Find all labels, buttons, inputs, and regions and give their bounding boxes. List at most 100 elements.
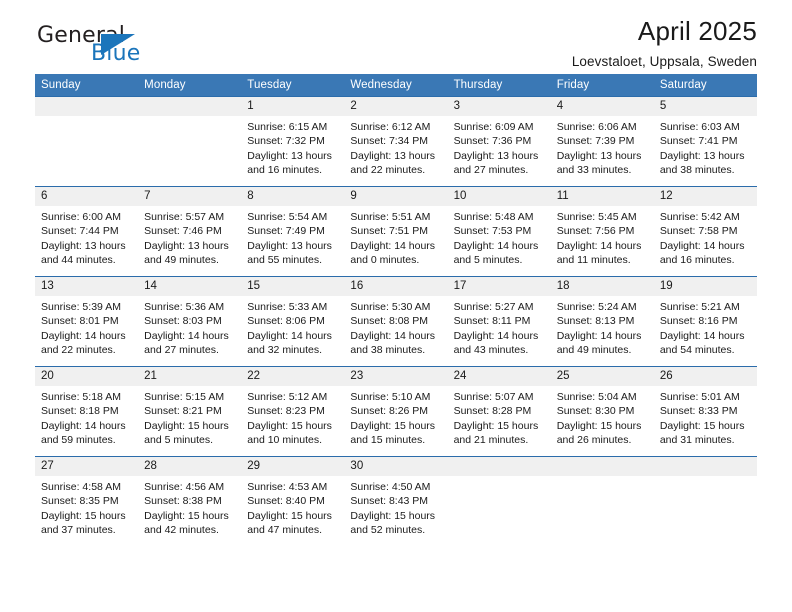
day-number: 5: [653, 97, 757, 116]
day-number: 21: [138, 367, 242, 386]
calendar-day-cell[interactable]: 26 Sunrise: 5:01 AM Sunset: 8:33 PM Dayligh…: [653, 366, 757, 457]
calendar-day-cell[interactable]: 19 Sunrise: 5:21 AM Sunset: 8:16 PM Dayligh…: [653, 276, 757, 367]
daylight-text: Daylight: 13 hours and 38 minutes.: [659, 149, 745, 177]
day-number: 11: [550, 187, 654, 206]
day-details: Sunrise: 5:18 AM Sunset: 8:18 PM Daylight:…: [35, 386, 138, 448]
calendar-week-row: 13 Sunrise: 5:39 AM Sunset: 8:01 PM Dayligh…: [35, 276, 757, 367]
daylight-text: Daylight: 14 hours and 22 minutes.: [41, 329, 126, 357]
daylight-text: Daylight: 15 hours and 5 minutes.: [144, 419, 229, 447]
title-block: April 2025 Loevstaloet, Uppsala, Sweden: [572, 16, 757, 72]
day-number: 28: [138, 457, 242, 476]
daylight-text: Daylight: 14 hours and 54 minutes.: [659, 329, 745, 357]
daylight-text: Daylight: 15 hours and 31 minutes.: [659, 419, 745, 447]
daylight-text: Daylight: 15 hours and 10 minutes.: [247, 419, 332, 447]
calendar-day-cell[interactable]: 22 Sunrise: 5:12 AM Sunset: 8:23 PM Dayligh…: [241, 366, 345, 457]
sunset-text: Sunset: 8:26 PM: [350, 405, 429, 418]
calendar-day-cell[interactable]: 20 Sunrise: 5:18 AM Sunset: 8:18 PM Dayligh…: [35, 366, 139, 457]
day-details: Sunrise: 4:56 AM Sunset: 8:38 PM Daylight:…: [138, 476, 241, 538]
day-details: Sunrise: 5:27 AM Sunset: 8:11 PM Daylight:…: [448, 296, 551, 358]
calendar-empty-cell: [653, 456, 757, 546]
calendar-day-cell[interactable]: 21 Sunrise: 5:15 AM Sunset: 8:21 PM Dayligh…: [138, 366, 242, 457]
sunrise-text: Sunrise: 5:51 AM: [350, 211, 431, 223]
calendar-day-cell[interactable]: 12 Sunrise: 5:42 AM Sunset: 7:58 PM Dayligh…: [653, 186, 757, 277]
calendar-day-cell[interactable]: 30 Sunrise: 4:50 AM Sunset: 8:43 PM Dayligh…: [344, 456, 448, 546]
day-details: Sunrise: 5:10 AM Sunset: 8:26 PM Daylight:…: [344, 386, 447, 448]
day-details: Sunrise: 5:54 AM Sunset: 7:49 PM Daylight:…: [241, 206, 344, 268]
sunset-text: Sunset: 8:38 PM: [144, 495, 222, 508]
day-number: 22: [241, 367, 345, 386]
calendar-day-cell[interactable]: 24 Sunrise: 5:07 AM Sunset: 8:28 PM Dayligh…: [447, 366, 551, 457]
calendar-day-cell[interactable]: 25 Sunrise: 5:04 AM Sunset: 8:30 PM Dayligh…: [550, 366, 654, 457]
calendar-empty-cell: [447, 456, 551, 546]
sunset-text: Sunset: 8:40 PM: [247, 495, 325, 508]
calendar-day-cell[interactable]: 1 Sunrise: 6:15 AM Sunset: 7:32 PM Daylight…: [241, 96, 345, 187]
sunrise-text: Sunrise: 5:21 AM: [659, 301, 740, 313]
calendar-day-cell[interactable]: 29 Sunrise: 4:53 AM Sunset: 8:40 PM Dayligh…: [241, 456, 345, 546]
day-details: Sunrise: 5:45 AM Sunset: 7:56 PM Daylight:…: [551, 206, 654, 268]
day-number: [138, 97, 242, 116]
daylight-text: Daylight: 13 hours and 55 minutes.: [247, 239, 332, 267]
day-details: Sunrise: 5:36 AM Sunset: 8:03 PM Daylight:…: [138, 296, 241, 358]
calendar-day-cell[interactable]: 4 Sunrise: 6:06 AM Sunset: 7:39 PM Daylight…: [550, 96, 654, 187]
day-details: Sunrise: 5:21 AM Sunset: 8:16 PM Daylight:…: [654, 296, 757, 358]
calendar-day-cell[interactable]: 10 Sunrise: 5:48 AM Sunset: 7:53 PM Dayligh…: [447, 186, 551, 277]
day-number: [35, 97, 139, 116]
calendar-day-cell[interactable]: 27 Sunrise: 4:58 AM Sunset: 8:35 PM Dayligh…: [35, 456, 139, 546]
day-number: 25: [550, 367, 654, 386]
calendar-day-cell[interactable]: 5 Sunrise: 6:03 AM Sunset: 7:41 PM Daylight…: [653, 96, 757, 187]
daylight-text: Daylight: 14 hours and 16 minutes.: [659, 239, 745, 267]
daylight-text: Daylight: 13 hours and 22 minutes.: [350, 149, 436, 177]
weekday-header-thursday: Thursday: [447, 74, 551, 97]
calendar-day-cell[interactable]: 18 Sunrise: 5:24 AM Sunset: 8:13 PM Dayligh…: [550, 276, 654, 367]
day-number: 13: [35, 277, 139, 296]
day-number: [653, 457, 757, 476]
sunrise-text: Sunrise: 4:56 AM: [144, 481, 225, 493]
calendar-day-cell[interactable]: 14 Sunrise: 5:36 AM Sunset: 8:03 PM Dayligh…: [138, 276, 242, 367]
sunset-text: Sunset: 7:58 PM: [659, 225, 738, 238]
weekday-header-sunday: Sunday: [35, 74, 139, 97]
day-details: Sunrise: 5:39 AM Sunset: 8:01 PM Daylight:…: [35, 296, 138, 358]
day-details: Sunrise: 6:06 AM Sunset: 7:39 PM Daylight:…: [551, 116, 654, 178]
daylight-text: Daylight: 13 hours and 33 minutes.: [556, 149, 642, 177]
sunset-text: Sunset: 8:03 PM: [144, 315, 222, 328]
daylight-text: Daylight: 15 hours and 26 minutes.: [556, 419, 642, 447]
weekday-header-tuesday: Tuesday: [241, 74, 345, 97]
calendar-day-cell[interactable]: 6 Sunrise: 6:00 AM Sunset: 7:44 PM Daylight…: [35, 186, 139, 277]
calendar-day-cell[interactable]: 13 Sunrise: 5:39 AM Sunset: 8:01 PM Dayligh…: [35, 276, 139, 367]
sunrise-text: Sunrise: 5:04 AM: [556, 391, 637, 403]
day-details: Sunrise: 5:04 AM Sunset: 8:30 PM Daylight:…: [551, 386, 654, 448]
day-details: Sunrise: 6:09 AM Sunset: 7:36 PM Daylight:…: [448, 116, 551, 178]
calendar-day-cell[interactable]: 8 Sunrise: 5:54 AM Sunset: 7:49 PM Daylight…: [241, 186, 345, 277]
brand-logo[interactable]: General Blue: [35, 23, 235, 73]
calendar-day-cell[interactable]: 3 Sunrise: 6:09 AM Sunset: 7:36 PM Daylight…: [447, 96, 551, 187]
calendar-day-cell[interactable]: 16 Sunrise: 5:30 AM Sunset: 8:08 PM Dayligh…: [344, 276, 448, 367]
page-header: General Blue April 2025 Loevstaloet, Upp…: [35, 0, 757, 74]
sunset-text: Sunset: 7:53 PM: [453, 225, 532, 238]
sunset-text: Sunset: 8:13 PM: [556, 315, 635, 328]
calendar-day-cell[interactable]: 23 Sunrise: 5:10 AM Sunset: 8:26 PM Dayligh…: [344, 366, 448, 457]
sunset-text: Sunset: 8:11 PM: [453, 315, 531, 328]
calendar-day-cell[interactable]: 17 Sunrise: 5:27 AM Sunset: 8:11 PM Dayligh…: [447, 276, 551, 367]
day-details: Sunrise: 6:03 AM Sunset: 7:41 PM Daylight:…: [654, 116, 757, 178]
day-number: 26: [653, 367, 757, 386]
calendar-empty-cell: [550, 456, 654, 546]
day-details: Sunrise: 5:42 AM Sunset: 7:58 PM Daylight:…: [654, 206, 757, 268]
day-details: Sunrise: 5:07 AM Sunset: 8:28 PM Daylight:…: [448, 386, 551, 448]
calendar-day-cell[interactable]: 15 Sunrise: 5:33 AM Sunset: 8:06 PM Dayligh…: [241, 276, 345, 367]
daylight-text: Daylight: 14 hours and 43 minutes.: [453, 329, 539, 357]
daylight-text: Daylight: 15 hours and 37 minutes.: [41, 509, 126, 537]
sunrise-text: Sunrise: 5:12 AM: [247, 391, 328, 403]
daylight-text: Daylight: 14 hours and 38 minutes.: [350, 329, 436, 357]
calendar-week-row: 27 Sunrise: 4:58 AM Sunset: 8:35 PM Dayligh…: [35, 456, 757, 546]
calendar-day-cell[interactable]: 9 Sunrise: 5:51 AM Sunset: 7:51 PM Daylight…: [344, 186, 448, 277]
day-number: 24: [447, 367, 551, 386]
calendar-day-cell[interactable]: 11 Sunrise: 5:45 AM Sunset: 7:56 PM Dayligh…: [550, 186, 654, 277]
sunrise-text: Sunrise: 5:15 AM: [144, 391, 225, 403]
calendar-day-cell[interactable]: 28 Sunrise: 4:56 AM Sunset: 8:38 PM Dayligh…: [138, 456, 242, 546]
calendar-day-cell[interactable]: 7 Sunrise: 5:57 AM Sunset: 7:46 PM Daylight…: [138, 186, 242, 277]
sunrise-text: Sunrise: 5:30 AM: [350, 301, 431, 313]
day-number: 8: [241, 187, 345, 206]
calendar-day-cell[interactable]: 2 Sunrise: 6:12 AM Sunset: 7:34 PM Daylight…: [344, 96, 448, 187]
sunrise-text: Sunrise: 6:03 AM: [659, 121, 740, 133]
daylight-text: Daylight: 13 hours and 49 minutes.: [144, 239, 229, 267]
